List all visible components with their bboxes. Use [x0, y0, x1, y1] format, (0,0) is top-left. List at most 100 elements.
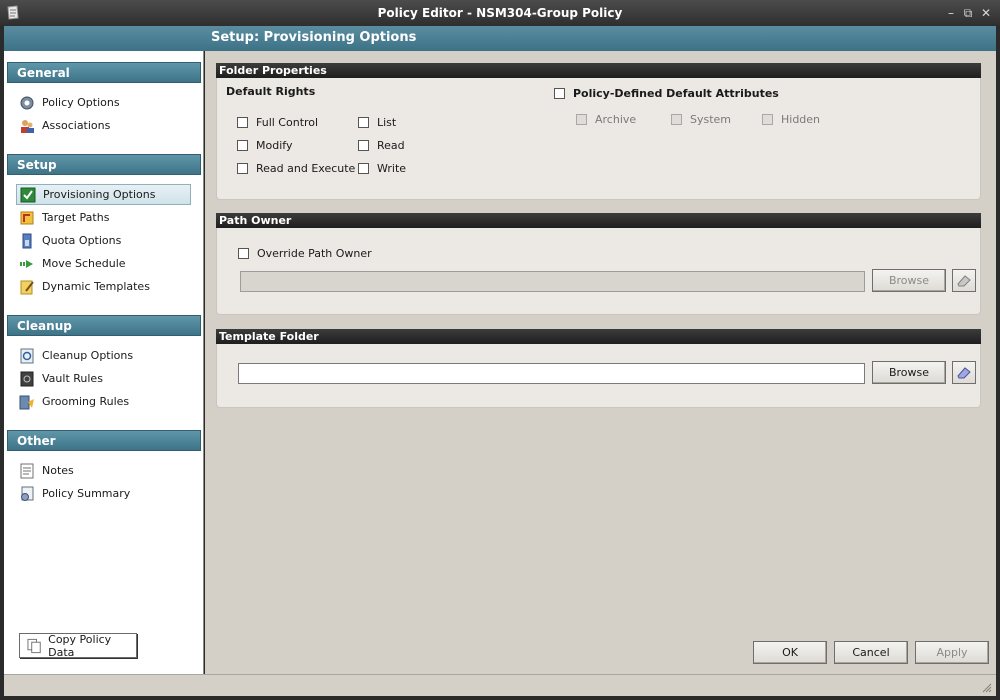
checkbox-label: Policy-Defined Default Attributes	[573, 87, 779, 100]
restore-button[interactable]: ⧉	[961, 6, 975, 20]
checkbox-box	[576, 114, 587, 125]
eraser-icon	[957, 275, 971, 287]
checkbox-box	[237, 117, 248, 128]
move-arrow-icon	[20, 259, 33, 268]
system-checkbox[interactable]: System	[671, 113, 731, 126]
checkbox-label: Override Path Owner	[257, 247, 372, 260]
sidebar-item-provisioning-options[interactable]: Provisioning Options	[16, 184, 191, 205]
checkbox-box	[358, 117, 369, 128]
template-folder-clear-button[interactable]	[952, 361, 976, 384]
read-checkbox[interactable]: Read	[358, 139, 405, 152]
path-owner-clear-button[interactable]	[952, 269, 976, 292]
gear-icon	[20, 96, 34, 109]
checkbox-label: Hidden	[781, 113, 821, 126]
sidebar-item-label: Notes	[42, 464, 74, 477]
policy-defined-attributes-checkbox[interactable]: Policy-Defined Default Attributes	[554, 87, 779, 100]
ok-button[interactable]: OK	[753, 641, 827, 664]
sidebar-item-cleanup-options[interactable]: Cleanup Options	[16, 345, 191, 366]
sidebar-item-label: Target Paths	[42, 211, 110, 224]
checkbox-box	[358, 163, 369, 174]
checkbox-box	[671, 114, 682, 125]
sidebar-item-label: Quota Options	[42, 234, 122, 247]
section-cleanup-header: Cleanup	[7, 315, 201, 336]
sidebar-item-grooming-rules[interactable]: Grooming Rules	[16, 391, 191, 412]
sidebar-item-label: Provisioning Options	[43, 188, 156, 201]
sidebar-item-label: Dynamic Templates	[42, 280, 150, 293]
list-checkbox[interactable]: List	[358, 116, 396, 129]
template-folder-header: Template Folder	[216, 329, 981, 344]
checkbox-label: Read	[377, 139, 405, 152]
write-checkbox[interactable]: Write	[358, 162, 406, 175]
section-other-header: Other	[7, 430, 201, 451]
users-icon	[21, 119, 34, 133]
checkbox-label: System	[690, 113, 732, 126]
copy-button-label: Copy Policy Data	[48, 632, 112, 659]
notes-icon	[20, 463, 34, 478]
template-folder-browse-button[interactable]: Browse	[872, 361, 946, 384]
sidebar-item-policy-summary[interactable]: Policy Summary	[16, 483, 191, 504]
checkbox-box	[237, 140, 248, 151]
copy-policy-data-button[interactable]: Copy Policy Data	[19, 632, 137, 659]
full-control-checkbox[interactable]: Full Control	[237, 116, 318, 129]
sidebar-item-quota-options[interactable]: Quota Options	[16, 230, 191, 251]
sidebar-item-label: Move Schedule	[42, 257, 126, 270]
sidebar-item-label: Policy Options	[42, 96, 120, 109]
target-path-icon	[20, 211, 34, 224]
status-bar	[4, 674, 996, 696]
sidebar-item-vault-rules[interactable]: Vault Rules	[16, 368, 191, 389]
sidebar-item-dynamic-templates[interactable]: Dynamic Templates	[16, 276, 191, 297]
sidebar-item-associations[interactable]: Associations	[16, 115, 191, 136]
sidebar-item-notes[interactable]: Notes	[16, 460, 191, 481]
page-header: Setup: Provisioning Options	[4, 26, 996, 51]
sidebar-item-label: Cleanup Options	[42, 349, 134, 362]
broom-icon	[19, 395, 34, 409]
checkbox-box	[554, 88, 565, 99]
checkbox-label: Write	[377, 162, 407, 175]
path-owner-browse-button[interactable]: Browse	[872, 269, 946, 292]
sidebar-item-policy-options[interactable]: Policy Options	[16, 92, 191, 113]
sidebar-item-label: Associations	[42, 119, 111, 132]
close-button[interactable]: ✕	[979, 6, 993, 20]
read-and-execute-checkbox[interactable]: Read and Execute	[237, 162, 355, 175]
archive-checkbox[interactable]: Archive	[576, 113, 636, 126]
checkbox-box	[238, 248, 249, 259]
folder-properties-header: Folder Properties	[216, 63, 981, 78]
template-folder-panel: Template Folder Browse	[216, 329, 981, 408]
sidebar-item-label: Vault Rules	[42, 372, 103, 385]
checkbox-label: List	[377, 116, 397, 129]
cancel-button[interactable]: Cancel	[834, 641, 908, 664]
page-title: Setup: Provisioning Options	[211, 30, 417, 45]
path-owner-panel: Path Owner Override Path Owner Browse	[216, 213, 981, 315]
checkbox-box	[762, 114, 773, 125]
folder-properties-panel: Folder Properties Default Rights Full Co…	[216, 63, 981, 200]
checkbox-icon	[20, 187, 36, 202]
section-setup-header: Setup	[7, 154, 201, 175]
title-bar: Policy Editor - NSM304-Group Policy – ⧉ …	[0, 0, 1000, 26]
sidebar-item-label: Policy Summary	[42, 487, 131, 500]
hidden-checkbox[interactable]: Hidden	[762, 113, 820, 126]
checkbox-label: Archive	[595, 113, 637, 126]
sidebar-item-label: Grooming Rules	[42, 395, 130, 408]
minimize-button[interactable]: –	[944, 6, 958, 20]
main-content: Folder Properties Default Rights Full Co…	[205, 51, 996, 674]
checkbox-label: Modify	[256, 139, 293, 152]
apply-button[interactable]: Apply	[915, 641, 989, 664]
sidebar-item-target-paths[interactable]: Target Paths	[16, 207, 191, 228]
template-folder-field[interactable]	[238, 363, 865, 384]
checkbox-box	[237, 163, 248, 174]
override-path-owner-checkbox[interactable]: Override Path Owner	[238, 247, 372, 260]
sidebar: General Policy Options Associations Setu…	[4, 51, 204, 674]
checkbox-box	[358, 140, 369, 151]
modify-checkbox[interactable]: Modify	[237, 139, 292, 152]
quota-icon	[22, 233, 32, 248]
sidebar-item-move-schedule[interactable]: Move Schedule	[16, 253, 191, 274]
resize-grip-icon[interactable]	[982, 683, 992, 693]
default-rights-label: Default Rights	[226, 85, 316, 98]
vault-icon	[20, 371, 34, 386]
eraser-icon	[957, 367, 971, 379]
copy-icon	[27, 638, 41, 653]
summary-icon	[21, 486, 34, 501]
template-icon	[20, 280, 34, 294]
cleanup-icon	[20, 348, 34, 363]
path-owner-field[interactable]	[240, 271, 865, 292]
